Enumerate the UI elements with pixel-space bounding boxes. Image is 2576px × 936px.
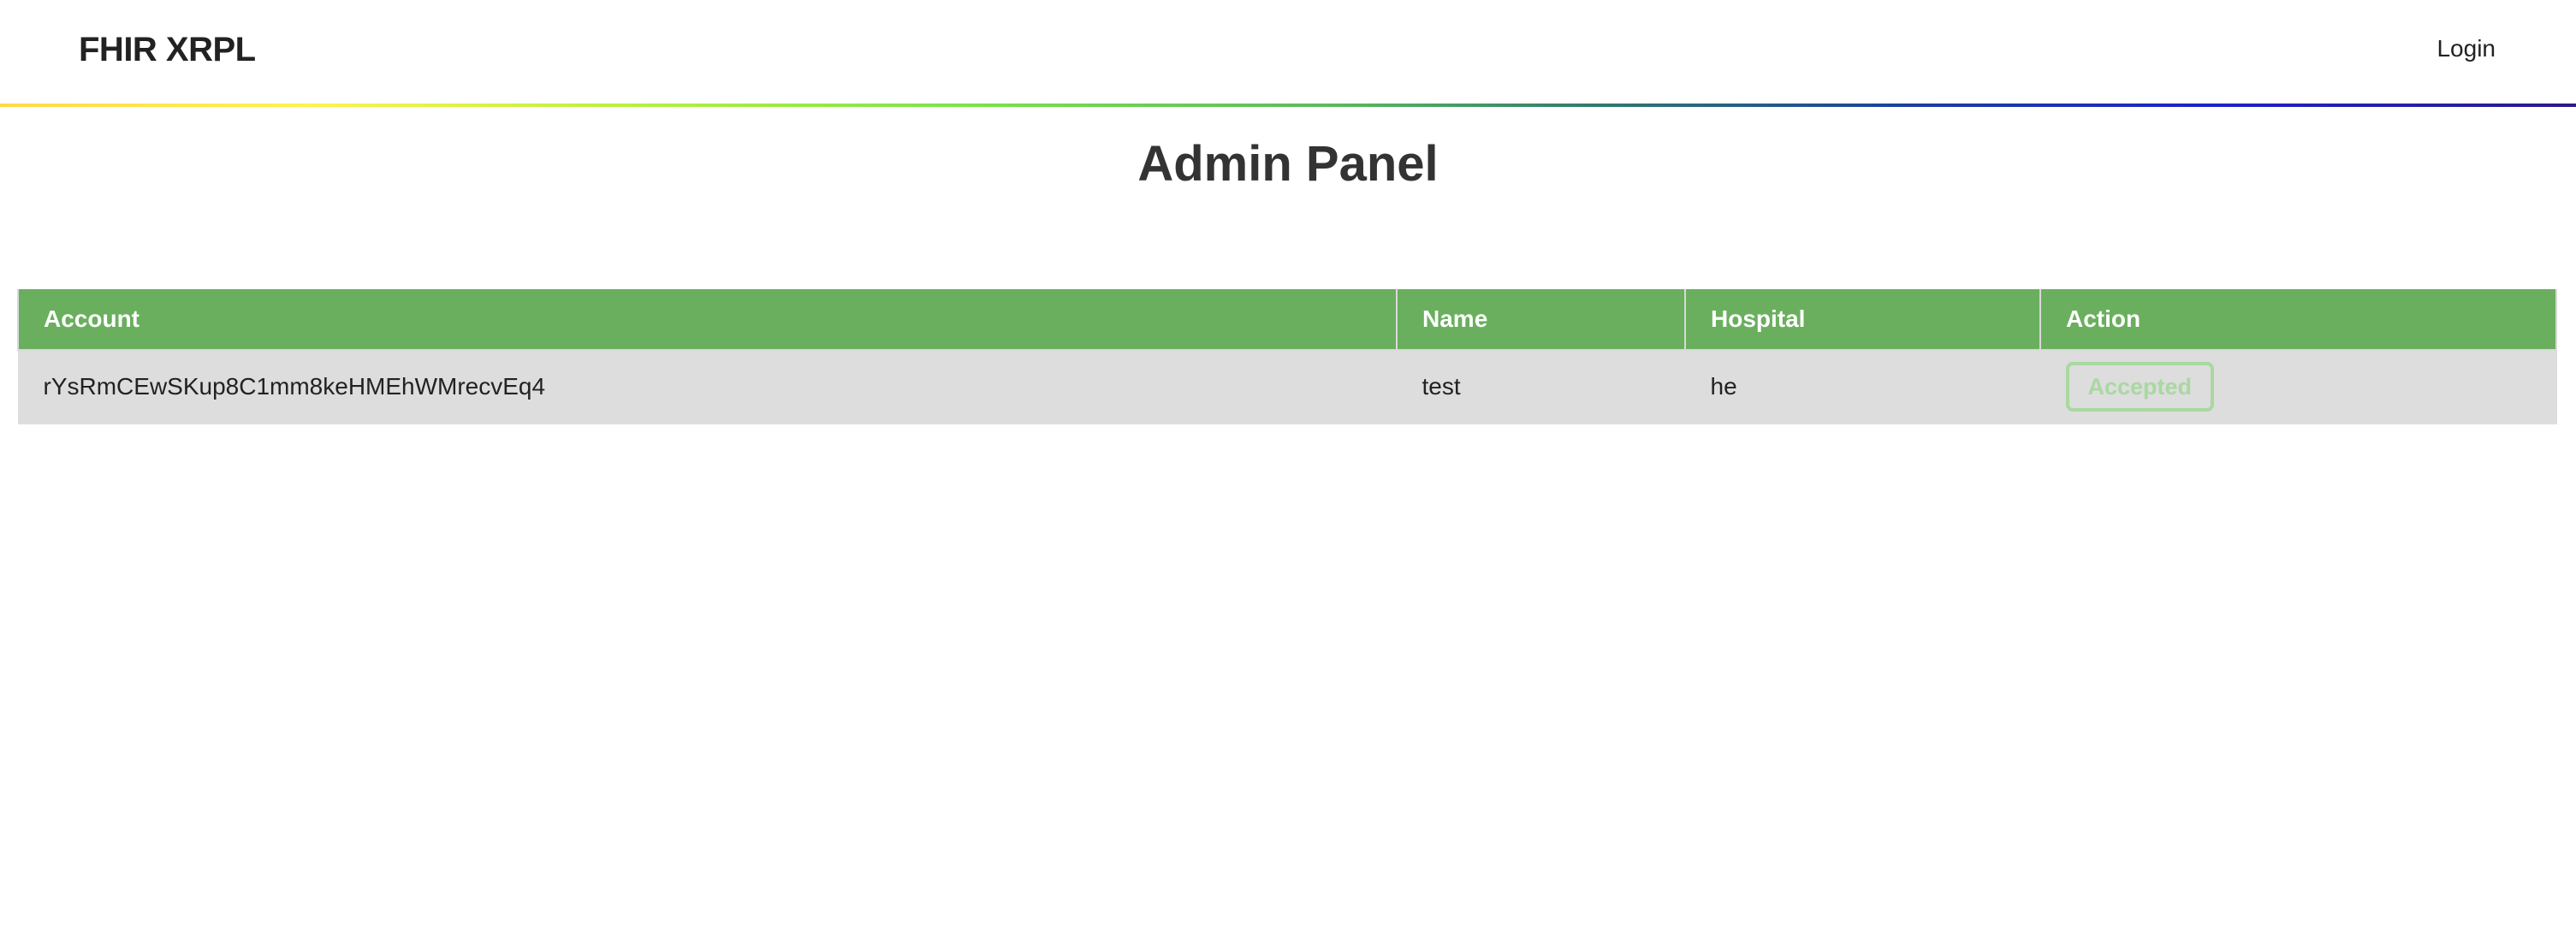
column-header-action: Action [2039, 289, 2557, 351]
cell-account: rYsRmCEwSKup8C1mm8keHMEhWMrecvEq4 [17, 349, 1398, 424]
accepted-button[interactable]: Accepted [2065, 362, 2215, 412]
page-title: Admin Panel [1137, 136, 1439, 192]
column-header-account: Account [17, 289, 1398, 351]
admin-table-container: Account Name Hospital Action rYsRmCEwSKu… [17, 289, 2557, 424]
admin-table: Account Name Hospital Action rYsRmCEwSKu… [17, 289, 2557, 424]
cell-name: test [1396, 349, 1686, 424]
login-link[interactable]: Login [2437, 29, 2496, 68]
top-navbar: FHIR XRPL Login [0, 0, 2576, 104]
column-header-hospital: Hospital [1684, 289, 2041, 351]
cell-action: Accepted [2039, 349, 2557, 424]
column-header-name: Name [1396, 289, 1686, 351]
brand-logo-text[interactable]: FHIR XRPL [79, 24, 256, 75]
cell-hospital: he [1684, 349, 2041, 424]
table-header-row: Account Name Hospital Action [17, 289, 2557, 351]
gradient-divider [0, 104, 2576, 107]
table-row: rYsRmCEwSKup8C1mm8keHMEhWMrecvEq4 test h… [17, 349, 2557, 424]
